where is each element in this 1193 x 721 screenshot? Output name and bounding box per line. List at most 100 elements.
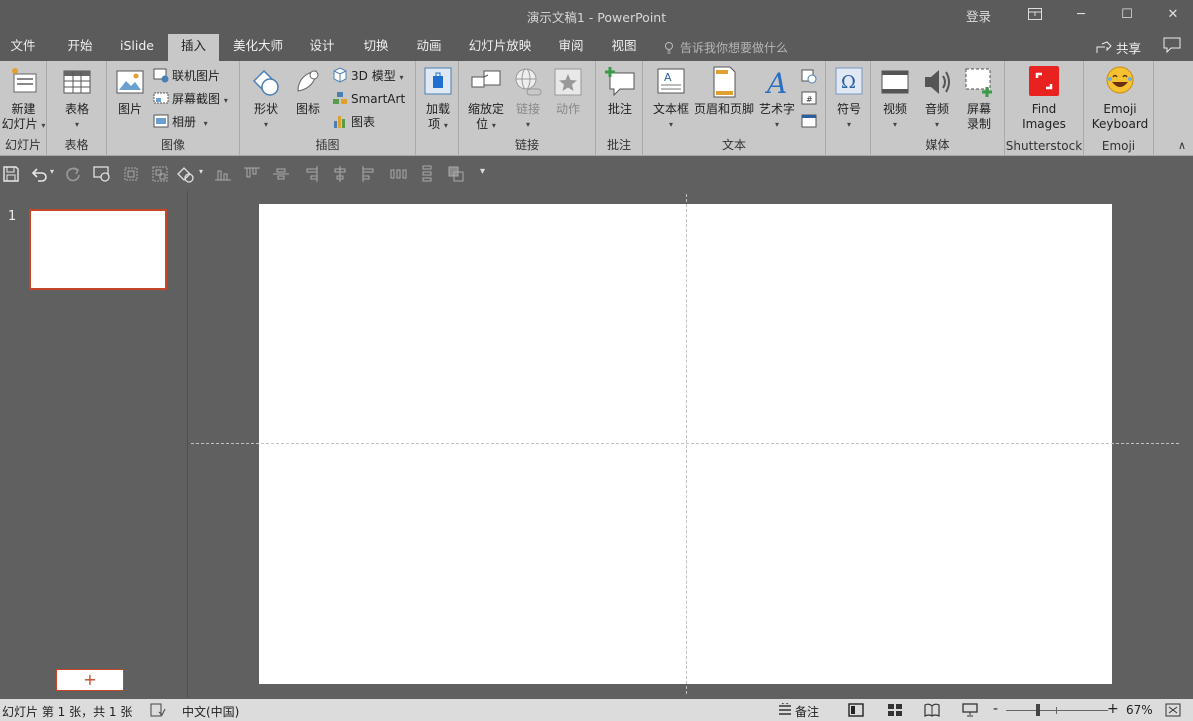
quick-access-toolbar: ▾ ▾ ▾ bbox=[0, 157, 1193, 191]
textbox-button[interactable]: A 文本框 ▾ bbox=[649, 65, 693, 132]
minimize-button[interactable]: ─ bbox=[1058, 0, 1104, 30]
chart-button[interactable]: 图表 bbox=[332, 112, 375, 132]
3d-models-label: 3D 模型 bbox=[351, 69, 396, 83]
slideshow-view-icon[interactable] bbox=[962, 703, 978, 717]
maximize-button[interactable]: ☐ bbox=[1104, 0, 1150, 30]
3d-models-button[interactable]: 3D 模型 ▾ bbox=[332, 66, 404, 86]
video-button[interactable]: 视频 ▾ bbox=[875, 65, 915, 132]
screenshot-button[interactable]: 屏幕截图 ▾ bbox=[153, 89, 228, 109]
align-left-icon[interactable] bbox=[360, 165, 378, 183]
fit-to-window-icon[interactable] bbox=[1165, 703, 1181, 717]
spell-check-icon[interactable] bbox=[150, 703, 166, 717]
zoom-button[interactable]: 缩放定 位 ▾ bbox=[464, 65, 508, 133]
save-icon[interactable] bbox=[2, 165, 20, 183]
zoom-slider-thumb[interactable] bbox=[1036, 704, 1040, 716]
date-time-button[interactable] bbox=[801, 67, 820, 87]
tell-me-search[interactable]: 告诉我你想要做什么 bbox=[664, 39, 788, 56]
tab-insert[interactable]: 插入 bbox=[168, 34, 219, 61]
symbol-label: 符号 bbox=[836, 102, 861, 116]
chevron-down-icon: ▾ bbox=[74, 120, 79, 129]
slide-thumbnail[interactable] bbox=[29, 209, 167, 290]
picture-button[interactable]: 图片 bbox=[112, 65, 148, 117]
tab-file[interactable]: 文件 bbox=[4, 34, 42, 61]
distribute-horizontal-icon[interactable] bbox=[389, 165, 407, 183]
ribbon-display-options-icon[interactable] bbox=[1012, 0, 1058, 30]
tab-islide[interactable]: iSlide bbox=[115, 34, 159, 61]
zoom-level[interactable]: 67% bbox=[1126, 703, 1153, 717]
emoji-label-1: Emoji bbox=[1103, 102, 1137, 116]
notes-button[interactable]: 备注 bbox=[795, 703, 819, 720]
zoom-in-button[interactable]: + bbox=[1107, 701, 1119, 717]
group-shutterstock: Find Images Shutterstock bbox=[1005, 61, 1084, 155]
online-pictures-button[interactable]: 联机图片 bbox=[153, 66, 220, 86]
language-indicator[interactable]: 中文(中国) bbox=[182, 703, 239, 720]
tab-beautify[interactable]: 美化大师 bbox=[228, 34, 288, 61]
find-images-button[interactable]: Find Images bbox=[1017, 65, 1071, 132]
reading-view-icon[interactable] bbox=[924, 703, 940, 717]
group-label-media: 媒体 bbox=[925, 138, 950, 152]
chevron-down-icon: ▾ bbox=[443, 121, 448, 130]
slide-number-button[interactable]: # bbox=[801, 89, 820, 109]
share-button[interactable]: 共享 bbox=[1096, 38, 1141, 57]
vertical-guide[interactable] bbox=[686, 194, 687, 694]
collapse-ribbon-button[interactable]: ∧ bbox=[1178, 139, 1186, 152]
customize-toolbar-icon[interactable]: ▾ bbox=[480, 166, 485, 177]
select-all-icon[interactable] bbox=[122, 165, 140, 183]
normal-view-icon[interactable] bbox=[848, 703, 864, 717]
close-button[interactable]: ✕ bbox=[1150, 0, 1193, 30]
editing-canvas bbox=[189, 191, 1193, 698]
align-bottom-icon[interactable] bbox=[214, 165, 232, 183]
emoji-keyboard-button[interactable]: Emoji Keyboard bbox=[1087, 65, 1153, 132]
symbol-button[interactable]: Ω 符号 ▾ bbox=[829, 65, 869, 132]
group-media: 视频 ▾ 音频 ▾ 屏幕 录制 媒体 bbox=[871, 61, 1005, 155]
align-center-icon[interactable] bbox=[331, 165, 349, 183]
align-top-icon[interactable] bbox=[243, 165, 261, 183]
new-slide-button[interactable]: 新建 幻灯片 ▾ bbox=[1, 65, 46, 133]
action-button[interactable]: 动作 bbox=[550, 65, 586, 117]
start-slideshow-icon[interactable] bbox=[93, 165, 111, 183]
link-button[interactable]: 链接 ▾ bbox=[510, 65, 546, 132]
slide-info[interactable]: 幻灯片 第 1 张，共 1 张 bbox=[2, 703, 132, 720]
tab-transitions[interactable]: 切换 bbox=[356, 34, 396, 61]
comment-button[interactable]: 批注 bbox=[601, 65, 639, 117]
smartart-button[interactable]: SmartArt bbox=[332, 89, 405, 109]
group-objects-icon[interactable] bbox=[151, 165, 169, 183]
tab-design[interactable]: 设计 bbox=[302, 34, 342, 61]
header-footer-button[interactable]: 页眉和页脚 bbox=[693, 65, 755, 117]
group-label-shutterstock: Shutterstock bbox=[1005, 139, 1083, 153]
comments-icon[interactable] bbox=[1163, 37, 1183, 54]
align-middle-icon[interactable] bbox=[272, 165, 290, 183]
zoom-out-button[interactable]: - bbox=[993, 701, 998, 717]
slide-sorter-icon[interactable] bbox=[887, 703, 903, 717]
chevron-down-icon[interactable]: ▾ bbox=[50, 167, 54, 176]
wordart-icon: A bbox=[764, 67, 787, 99]
addins-button[interactable]: 加载 项 ▾ bbox=[419, 65, 457, 133]
audio-button[interactable]: 音频 ▾ bbox=[917, 65, 957, 132]
add-slide-button[interactable]: + bbox=[56, 669, 124, 691]
tab-slideshow[interactable]: 幻灯片放映 bbox=[463, 34, 537, 61]
zoom-slider-track[interactable] bbox=[1006, 710, 1108, 711]
photo-album-button[interactable]: 相册 ▾ bbox=[153, 112, 208, 132]
find-images-label-2: Images bbox=[1022, 117, 1066, 131]
screen-recording-button[interactable]: 屏幕 录制 bbox=[959, 65, 999, 132]
tab-view[interactable]: 视图 bbox=[604, 34, 644, 61]
distribute-vertical-icon[interactable] bbox=[418, 165, 436, 183]
icons-button[interactable]: 图标 bbox=[290, 65, 326, 117]
tab-review[interactable]: 审阅 bbox=[551, 34, 591, 61]
chevron-down-icon: ▾ bbox=[668, 120, 673, 129]
tab-home[interactable]: 开始 bbox=[60, 34, 100, 61]
chevron-down-icon: ▾ bbox=[223, 96, 228, 105]
redo-icon[interactable] bbox=[64, 165, 82, 183]
tab-animations[interactable]: 动画 bbox=[409, 34, 449, 61]
login-button[interactable]: 登录 bbox=[966, 6, 991, 25]
table-button[interactable]: 表格 ▾ bbox=[57, 65, 97, 132]
bring-forward-icon[interactable] bbox=[447, 165, 465, 183]
object-button[interactable] bbox=[801, 112, 820, 132]
chevron-down-icon[interactable]: ▾ bbox=[199, 167, 203, 176]
align-right-icon[interactable] bbox=[302, 165, 320, 183]
horizontal-guide[interactable] bbox=[191, 443, 1179, 444]
undo-icon[interactable] bbox=[30, 165, 48, 183]
shape-outline-icon[interactable] bbox=[176, 165, 194, 183]
shapes-button[interactable]: 形状 ▾ bbox=[246, 65, 286, 132]
wordart-button[interactable]: A 艺术字 ▾ bbox=[757, 65, 797, 132]
